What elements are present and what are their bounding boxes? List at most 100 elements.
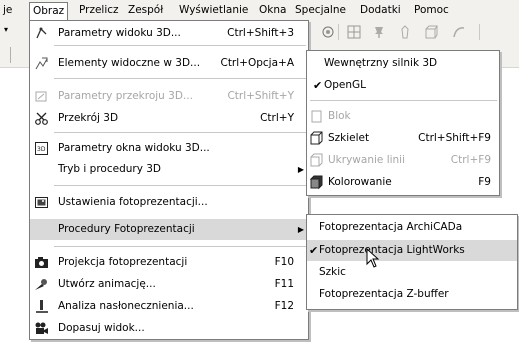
obraz-menu: Parametry widoku 3D... Ctrl+Shift+3 Elem… xyxy=(29,20,309,340)
menu-item-photo-settings[interactable]: Ustawienia fotoprezentacji... xyxy=(30,192,308,213)
menu-item-label: Procedury Fotoprezentacji xyxy=(58,223,195,235)
menu-item-label: Parametry widoku 3D... xyxy=(58,27,181,39)
menu-item-label: Dopasuj widok... xyxy=(58,322,145,334)
menu-item-label: Kolorowanie xyxy=(328,176,392,188)
toolbar-tool-icon[interactable] xyxy=(321,25,335,39)
menubar-item-zespol[interactable]: Zespół xyxy=(125,3,166,18)
menu-separator xyxy=(54,45,306,46)
menu-item-label: Utwórz animację... xyxy=(58,278,156,290)
menu-item-label: Przekrój 3D xyxy=(58,112,119,124)
submenu-item-hidden-lines[interactable]: Ukrywanie linii Ctrl+F9 xyxy=(307,150,499,171)
menubar-item-wyswietlanie[interactable]: Wyświetlanie xyxy=(176,3,251,18)
menu-item-label: Ustawienia fotoprezentacji... xyxy=(58,196,208,208)
menu-item-label: Parametry przekroju 3D... xyxy=(58,90,193,102)
menu-item-label: Szkic xyxy=(319,266,346,278)
sun-study-icon xyxy=(34,299,49,314)
mouse-cursor-icon xyxy=(366,247,380,270)
menu-item-label: Ukrywanie linii xyxy=(328,154,406,166)
menu-item-shortcut: Ctrl+Shift+Y xyxy=(227,90,294,102)
menubar-item-przelicz[interactable]: Przelicz xyxy=(76,3,122,18)
menubar-item-obraz[interactable]: Obraz xyxy=(29,2,69,22)
menubar: je Obraz Przelicz Zespół Wyświetlanie Ok… xyxy=(0,0,519,22)
menu-item-sun-study[interactable]: Analiza nasłonecznienia... F12 xyxy=(30,296,308,317)
menu-separator xyxy=(310,100,497,101)
submenu-item-internal-engine[interactable]: Wewnętrzny silnik 3D xyxy=(307,53,499,74)
3d-window-icon: 3D xyxy=(34,141,49,156)
menu-item-fit-view[interactable]: Dopasuj widok... xyxy=(30,318,308,339)
menu-item-photo-projection[interactable]: Projekcja fotoprezentacji F10 xyxy=(30,252,308,273)
menu-item-shortcut: Ctrl+F9 xyxy=(450,154,491,166)
photo-procedures-submenu: Fotoprezentacja ArchiCADa ✔ Fotoprezenta… xyxy=(306,214,518,310)
submenu-item-block[interactable]: Blok xyxy=(307,106,499,127)
menu-item-3d-window-params[interactable]: 3D Parametry okna widoku 3D... xyxy=(30,138,308,159)
checkmark-icon: ✔ xyxy=(313,79,323,92)
submenu-arrow-icon: ▶ xyxy=(297,225,304,234)
3d-view-params-icon xyxy=(34,26,49,41)
toolbar-separator xyxy=(10,47,11,63)
submenu-item-wireframe[interactable]: Szkielet Ctrl+Shift+F9 xyxy=(307,128,499,149)
menu-item-section-3d[interactable]: Przekrój 3D Ctrl+Y xyxy=(30,108,308,129)
animation-icon xyxy=(34,277,49,292)
movie-camera-icon xyxy=(34,321,49,336)
menubar-item-specjalne[interactable]: Specjalne xyxy=(292,3,349,18)
submenu-item-zbuffer-render[interactable]: Fotoprezentacja Z-buffer xyxy=(307,284,517,305)
menu-item-shortcut: F10 xyxy=(274,256,294,268)
toolbar-separator xyxy=(338,24,339,40)
menu-item-shortcut: F12 xyxy=(274,300,294,312)
svg-text:3D: 3D xyxy=(37,146,46,153)
submenu-item-opengl[interactable]: ✔ OpenGL xyxy=(307,75,499,96)
toolbar-cube-icon[interactable] xyxy=(424,25,438,39)
menu-item-create-animation[interactable]: Utwórz animację... F11 xyxy=(30,274,308,295)
submenu-arrow-icon: ▶ xyxy=(297,165,304,174)
toolbar-dropdown-icon[interactable]: ▾ xyxy=(4,25,8,34)
menu-item-label: Wewnętrzny silnik 3D xyxy=(324,57,438,69)
menu-item-3d-mode[interactable]: Tryb i procedury 3D ▶ xyxy=(30,159,308,180)
toolbar-tower-icon[interactable] xyxy=(398,25,412,39)
menu-item-label: Fotoprezentacja ArchiCADa xyxy=(319,221,463,233)
menu-item-shortcut: Ctrl+Opcja+A xyxy=(220,57,294,69)
menu-item-photo-procedures[interactable]: Procedury Fotoprezentacji ▶ xyxy=(30,219,308,240)
menu-item-shortcut: Ctrl+Y xyxy=(260,112,294,124)
submenu-item-shading[interactable]: Kolorowanie F9 xyxy=(307,172,499,193)
menu-separator xyxy=(54,132,306,133)
section-params-icon xyxy=(34,89,49,104)
menu-item-label: Szkielet xyxy=(328,132,370,144)
menu-separator xyxy=(54,246,306,247)
toolbar-pin-icon[interactable] xyxy=(372,25,386,39)
camera-icon xyxy=(34,255,49,270)
menubar-item-pomoc[interactable]: Pomoc xyxy=(411,3,452,18)
menu-item-shortcut: F11 xyxy=(274,278,294,290)
submenu-item-archicad-render[interactable]: Fotoprezentacja ArchiCADa xyxy=(307,217,517,238)
menu-item-shortcut: F9 xyxy=(478,176,491,188)
menubar-item-okna[interactable]: Okna xyxy=(256,3,289,18)
menu-item-shortcut: Ctrl+Shift+F9 xyxy=(418,132,491,144)
menu-item-label: Analiza nasłonecznienia... xyxy=(58,300,194,312)
block-icon xyxy=(309,109,324,124)
3d-engine-submenu: Wewnętrzny silnik 3D ✔ OpenGL Blok Szkie… xyxy=(306,50,500,196)
wireframe-icon xyxy=(309,131,324,146)
checkmark-icon: ✔ xyxy=(309,244,319,257)
menu-item-section-params[interactable]: Parametry przekroju 3D... Ctrl+Shift+Y xyxy=(30,86,308,107)
menu-item-label: Elementy widoczne w 3D... xyxy=(58,57,201,69)
submenu-item-lightworks-render[interactable]: ✔ Fotoprezentacja LightWorks xyxy=(307,240,517,261)
menu-item-shortcut: Ctrl+Shift+3 xyxy=(227,27,294,39)
menu-item-label: OpenGL xyxy=(324,79,367,91)
submenu-item-sketch[interactable]: Szkic xyxy=(307,262,517,283)
menubar-item-dodatki[interactable]: Dodatki xyxy=(357,3,404,18)
toolbar-grid-icon[interactable] xyxy=(347,25,361,39)
menu-item-label: Projekcja fotoprezentacji xyxy=(58,256,188,268)
menu-item-visible-elements[interactable]: Elementy widoczne w 3D... Ctrl+Opcja+A xyxy=(30,53,308,74)
scissors-icon xyxy=(34,111,49,126)
menu-item-label: Tryb i procedury 3D xyxy=(58,163,162,175)
toolbar-separator xyxy=(479,24,480,40)
menu-separator xyxy=(54,185,306,186)
menu-item-label: Parametry okna widoku 3D... xyxy=(58,142,210,154)
shading-icon xyxy=(309,175,324,190)
menu-item-3d-view-params[interactable]: Parametry widoku 3D... Ctrl+Shift+3 xyxy=(30,23,308,44)
menubar-item-je[interactable]: je xyxy=(0,3,15,18)
menu-separator xyxy=(54,78,306,79)
photo-settings-icon xyxy=(34,195,49,210)
toolbar-curve-icon[interactable] xyxy=(452,25,466,39)
menu-item-label: Blok xyxy=(328,110,351,122)
menu-item-label: Fotoprezentacja LightWorks xyxy=(319,244,465,256)
